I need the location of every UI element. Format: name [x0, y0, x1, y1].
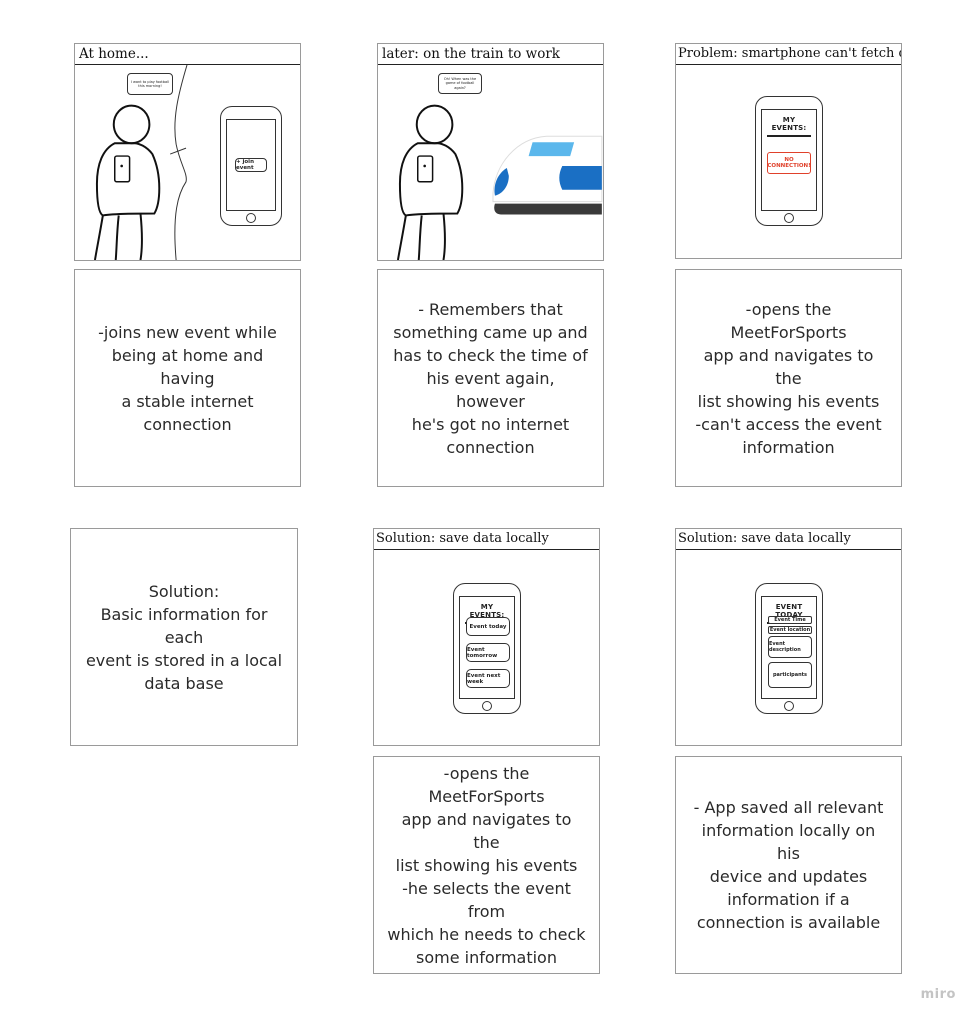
event-today-button[interactable]: Event today: [466, 617, 510, 636]
home-button: [246, 213, 256, 223]
note-card-5: -opens the MeetForSports app and navigat…: [373, 756, 600, 974]
error-text: NO CONNECTION!: [767, 156, 811, 170]
panel-caption: later: on the train to work: [378, 44, 603, 65]
phone-screen: MY EVENTS: NO CONNECTION!: [761, 109, 817, 211]
phone-mockup: MY EVENTS: NO CONNECTION!: [755, 96, 823, 226]
note-card-6: - App saved all relevant information loc…: [675, 756, 902, 974]
phone-mockup: MY EVENTS: Event today Event tomorrow Ev…: [453, 583, 521, 714]
train-icon: [492, 135, 603, 215]
event-tomorrow-button[interactable]: Event tomorrow: [466, 643, 510, 662]
note-card-solution: Solution: Basic information for each eve…: [70, 528, 298, 746]
join-event-button[interactable]: + join event: [235, 158, 267, 172]
note-text: -opens the MeetForSports app and navigat…: [695, 299, 882, 457]
storyboard-panel-events-list: Solution: save data locally MY EVENTS: E…: [373, 528, 600, 746]
phone-screen: MY EVENTS: Event today Event tomorrow Ev…: [459, 596, 515, 699]
note-text: -joins new event while being at home and…: [98, 322, 277, 434]
note-card-2: - Remembers that something came up and h…: [377, 269, 604, 487]
event-description-field: Event description: [768, 636, 812, 658]
phone-screen: EVENT TODAY Event Time Event location Ev…: [761, 596, 817, 699]
home-button: [784, 701, 794, 711]
event-time-field: Event Time: [768, 616, 812, 624]
phone-mockup: EVENT TODAY Event Time Event location Ev…: [755, 583, 823, 714]
note-text: -opens the MeetForSports app and navigat…: [387, 763, 586, 967]
home-button: [784, 213, 794, 223]
scene-train: [378, 65, 603, 260]
phone-screen: + join event: [226, 119, 276, 211]
storyboard-panel-train: later: on the train to work Oh! When was…: [377, 43, 604, 261]
note-text: Solution: Basic information for each eve…: [85, 581, 283, 693]
note-text: - App saved all relevant information loc…: [693, 798, 884, 932]
storyboard-panel-home: At home... I want to play football this …: [74, 43, 301, 261]
panel-caption: At home...: [75, 44, 300, 65]
note-card-1: -joins new event while being at home and…: [74, 269, 301, 487]
phone-screen-title: MY EVENTS:: [765, 116, 813, 137]
event-location-field: Event location: [768, 626, 812, 634]
event-next-week-button[interactable]: Event next week: [466, 669, 510, 688]
storyboard-panel-problem: Problem: smartphone can't fetch data MY …: [675, 43, 902, 259]
note-card-3: -opens the MeetForSports app and navigat…: [675, 269, 902, 487]
home-button: [482, 701, 492, 711]
storyboard-panel-event-detail: Solution: save data locally EVENT TODAY …: [675, 528, 902, 746]
person-train-sketch: [396, 104, 603, 260]
miro-watermark: miro: [920, 987, 956, 1002]
no-connection-error: NO CONNECTION!: [767, 152, 811, 174]
participants-field: participants: [768, 662, 812, 688]
speech-bubble: I want to play football this morning!: [127, 73, 173, 95]
phone-mockup: + join event: [220, 106, 282, 226]
note-text: - Remembers that something came up and h…: [393, 299, 588, 457]
panel-caption: Solution: save data locally: [374, 529, 599, 550]
panel-caption: Problem: smartphone can't fetch data: [676, 44, 901, 65]
panel-caption: Solution: save data locally: [676, 529, 901, 550]
speech-bubble: Oh! When was the game of football again?: [438, 73, 482, 94]
